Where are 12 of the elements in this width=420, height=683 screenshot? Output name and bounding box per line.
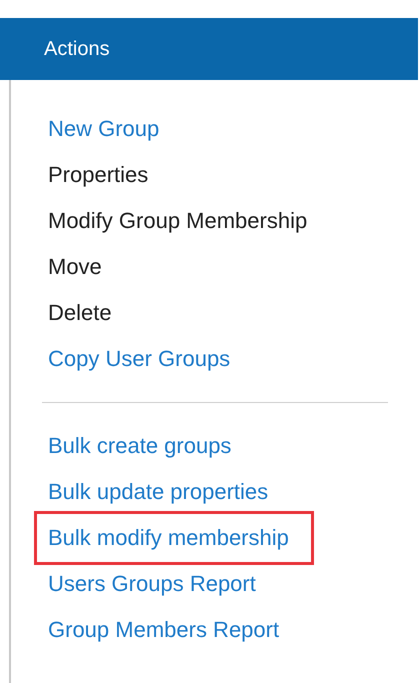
action-link[interactable]: Copy User Groups [11, 336, 230, 382]
action-link[interactable]: New Group [11, 106, 160, 152]
action-link[interactable]: Bulk modify membership [37, 514, 311, 562]
action-item[interactable]: Delete [11, 290, 112, 336]
action-link[interactable]: Users Groups Report [11, 561, 256, 607]
panel-header: Actions [0, 18, 418, 80]
action-link[interactable]: Bulk update properties [11, 469, 268, 515]
action-link[interactable]: Bulk create groups [11, 423, 232, 469]
action-item[interactable]: Move [11, 244, 102, 290]
action-item[interactable]: Properties [11, 152, 148, 198]
action-item[interactable]: Modify Group Membership [11, 198, 308, 244]
action-link[interactable]: Group Members Report [11, 607, 280, 653]
